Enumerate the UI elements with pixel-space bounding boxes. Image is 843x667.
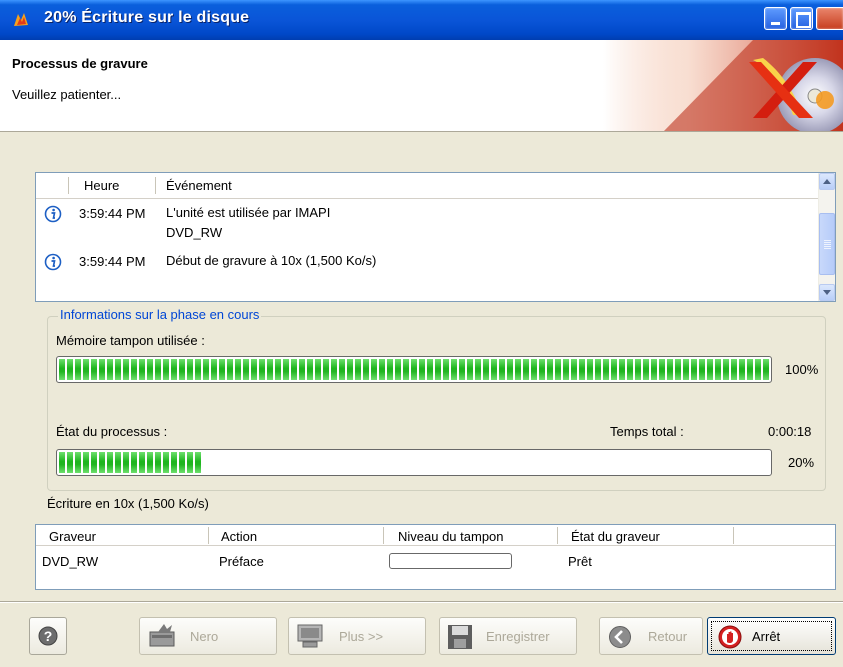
column-separator[interactable] [68, 177, 69, 194]
column-separator[interactable] [383, 527, 384, 544]
column-header-recorder-state[interactable]: État du graveur [571, 529, 660, 544]
stop-hand-icon [718, 625, 742, 649]
buffer-percent: 100% [785, 362, 819, 377]
column-separator[interactable] [733, 527, 734, 544]
column-separator[interactable] [557, 527, 558, 544]
stop-button[interactable]: Arrêt [707, 617, 836, 655]
column-header-buffer-level[interactable]: Niveau du tampon [398, 529, 504, 544]
event-text: L'unité est utilisée par IMAPI DVD_RW [166, 203, 330, 243]
floppy-disk-icon [448, 625, 472, 649]
event-text-line: DVD_RW [166, 225, 223, 240]
column-header-time[interactable]: Heure [84, 178, 119, 193]
event-log-list[interactable]: Heure Événement 3:59:44 PM L'unité est u… [35, 172, 836, 302]
event-text-line: Début de gravure à 10x (1,500 Ko/s) [166, 253, 377, 268]
header-title: Processus de gravure [12, 56, 148, 71]
button-bar-separator [0, 601, 843, 603]
stop-button-label: Arrêt [752, 629, 781, 644]
computer-icon [297, 624, 323, 648]
nero-burner-icon [149, 624, 175, 647]
close-button[interactable] [816, 7, 843, 30]
save-button[interactable]: Enregistrer [439, 617, 577, 655]
event-text: Début de gravure à 10x (1,500 Ko/s) [166, 251, 376, 271]
chevron-down-icon [823, 290, 831, 295]
help-icon: ? [38, 626, 58, 646]
scroll-down-button[interactable] [819, 284, 835, 301]
scroll-up-button[interactable] [819, 173, 835, 190]
process-label: État du processus : [56, 424, 168, 439]
recorder-action: Préface [219, 554, 264, 569]
nero-button[interactable]: Nero [139, 617, 277, 655]
help-glyph: ? [44, 628, 53, 644]
more-button[interactable]: Plus >> [288, 617, 426, 655]
recorder-name: DVD_RW [42, 554, 99, 569]
column-header-action[interactable]: Action [221, 529, 257, 544]
info-icon [44, 253, 62, 271]
event-text-line: L'unité est utilisée par IMAPI [166, 205, 331, 220]
buffer-progress-fill [59, 359, 769, 380]
scroll-thumb[interactable] [819, 213, 835, 275]
burn-dialog-window: 20% Écriture sur le disque Processus de … [0, 0, 843, 667]
column-separator[interactable] [155, 177, 156, 194]
buffer-progress-bar [56, 356, 772, 383]
help-button[interactable]: ? [29, 617, 67, 655]
process-progress-fill [59, 452, 201, 473]
window-title: 20% Écriture sur le disque [44, 9, 250, 26]
recorder-table-header: Graveur Action Niveau du tampon État du … [36, 525, 835, 546]
info-icon [44, 205, 62, 223]
title-bar[interactable]: 20% Écriture sur le disque [0, 0, 843, 40]
process-progress-bar [56, 449, 772, 476]
save-button-label: Enregistrer [486, 629, 550, 644]
event-time: 3:59:44 PM [79, 254, 146, 269]
recorder-state: Prêt [568, 554, 592, 569]
back-arrow-icon [609, 626, 631, 648]
grip-icon [824, 240, 831, 249]
recorder-buffer-level-bar [389, 553, 512, 569]
back-button[interactable]: Retour [599, 617, 703, 655]
nero-button-label: Nero [190, 629, 219, 644]
column-header-event[interactable]: Événement [166, 178, 232, 193]
total-time-value: 0:00:18 [768, 424, 812, 439]
column-separator[interactable] [208, 527, 209, 544]
column-header-recorder[interactable]: Graveur [49, 529, 96, 544]
more-button-label: Plus >> [339, 629, 384, 644]
recorder-table[interactable]: Graveur Action Niveau du tampon État du … [35, 524, 836, 590]
header-panel: Processus de gravure Veuillez patienter.… [0, 40, 843, 132]
back-button-label: Retour [648, 629, 688, 644]
process-percent: 20% [788, 455, 815, 470]
event-time: 3:59:44 PM [79, 206, 146, 221]
header-subtitle: Veuillez patienter... [12, 87, 122, 102]
maximize-button[interactable] [790, 7, 813, 30]
event-list-header: Heure Événement [36, 173, 819, 199]
nero-logo [603, 40, 843, 131]
minimize-button[interactable] [764, 7, 787, 30]
phase-info-legend: Informations sur la phase en cours [58, 307, 262, 322]
chevron-up-icon [823, 179, 831, 184]
total-time-label: Temps total : [610, 424, 684, 439]
nero-flame-icon [14, 13, 28, 26]
write-speed-status: Écriture en 10x (1,500 Ko/s) [47, 496, 209, 511]
event-list-scrollbar[interactable] [818, 173, 835, 301]
buffer-label: Mémoire tampon utilisée : [56, 333, 205, 348]
